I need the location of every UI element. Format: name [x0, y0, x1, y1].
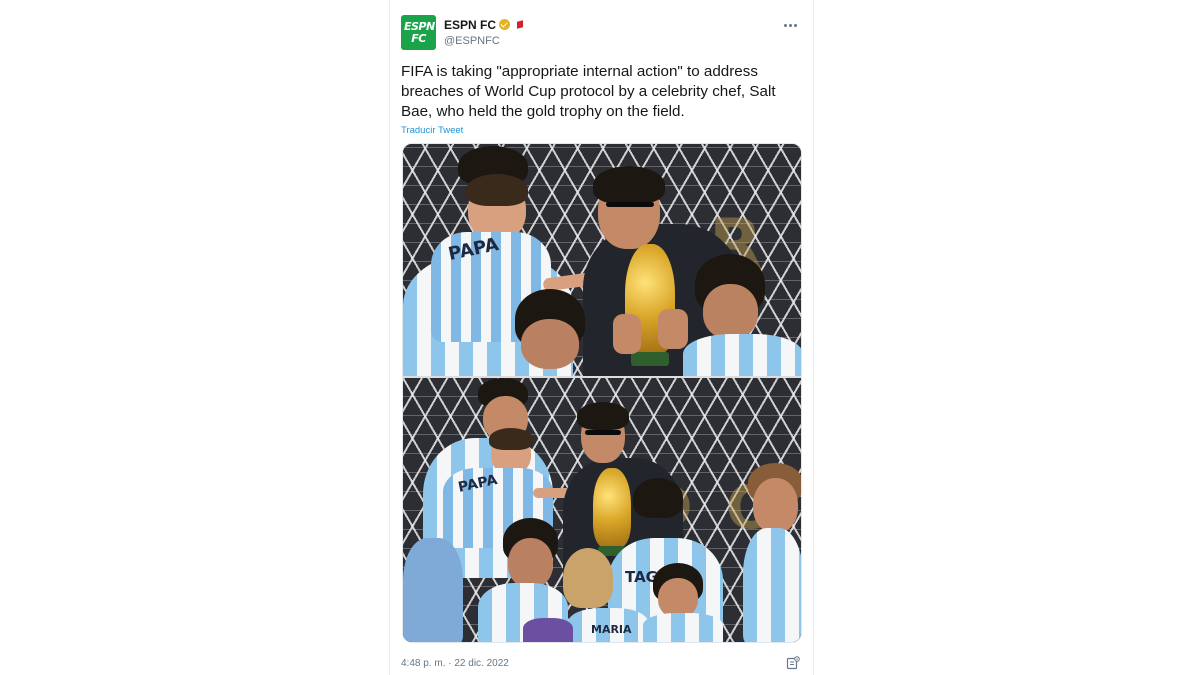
child-hair [466, 174, 528, 206]
tweet-card: ESPN FC ESPN FC @ESPNFC FIFA is taking "… [389, 0, 814, 675]
photo-top[interactable]: O R PAPA [403, 144, 801, 376]
trophy-base [631, 352, 669, 366]
player-back-hair [633, 478, 683, 518]
tweet-timestamp[interactable]: 4:48 p. m. · 22 dic. 2022 [401, 658, 509, 669]
chef-hand [613, 314, 641, 354]
player-right-head [703, 284, 758, 339]
author-names: ESPN FC @ESPNFC [444, 17, 524, 47]
woman-hair [563, 548, 613, 608]
avatar[interactable]: ESPN FC [401, 15, 436, 50]
boy-head [658, 578, 698, 618]
display-name-row: ESPN FC [444, 17, 524, 32]
child-hair [489, 428, 533, 450]
verified-badge-icon [499, 19, 511, 30]
chef-hair [577, 402, 629, 430]
boy-jersey [643, 613, 723, 642]
affiliate-flag-icon[interactable] [516, 20, 524, 29]
player-mid-head [521, 319, 579, 369]
photo-bottom[interactable]: D O R PAPA [403, 378, 801, 642]
woman-jersey-text: MARIA [591, 623, 632, 636]
translate-tweet-link[interactable]: Traducir Tweet [401, 125, 463, 136]
chef-hand-right [658, 309, 688, 349]
avatar-logo-fc: FC [411, 32, 426, 45]
tweet-info-icon[interactable] [786, 656, 800, 670]
chef-sunglasses [606, 202, 654, 207]
player-far-right-jersey [743, 528, 801, 642]
tweet-media[interactable]: O R PAPA [402, 143, 802, 643]
player-right-jersey [683, 334, 801, 376]
person-left-edge [403, 538, 463, 642]
player-far-right-head [753, 478, 798, 533]
player-front-head [508, 538, 553, 588]
world-cup-trophy [593, 468, 631, 548]
purple-hat [523, 618, 573, 642]
tweet-text: FIFA is taking "appropriate internal act… [401, 63, 776, 120]
page-background: ESPN FC ESPN FC @ESPNFC FIFA is taking "… [0, 0, 1200, 675]
chef-sunglasses [585, 430, 621, 435]
tweet-header: ESPN FC ESPN FC @ESPNFC [401, 15, 802, 55]
chef-hair [593, 166, 665, 204]
tweet-footer: 4:48 p. m. · 22 dic. 2022 [401, 656, 802, 670]
display-name[interactable]: ESPN FC [444, 18, 496, 32]
more-options-icon[interactable] [780, 19, 800, 31]
user-handle[interactable]: @ESPNFC [444, 35, 524, 47]
